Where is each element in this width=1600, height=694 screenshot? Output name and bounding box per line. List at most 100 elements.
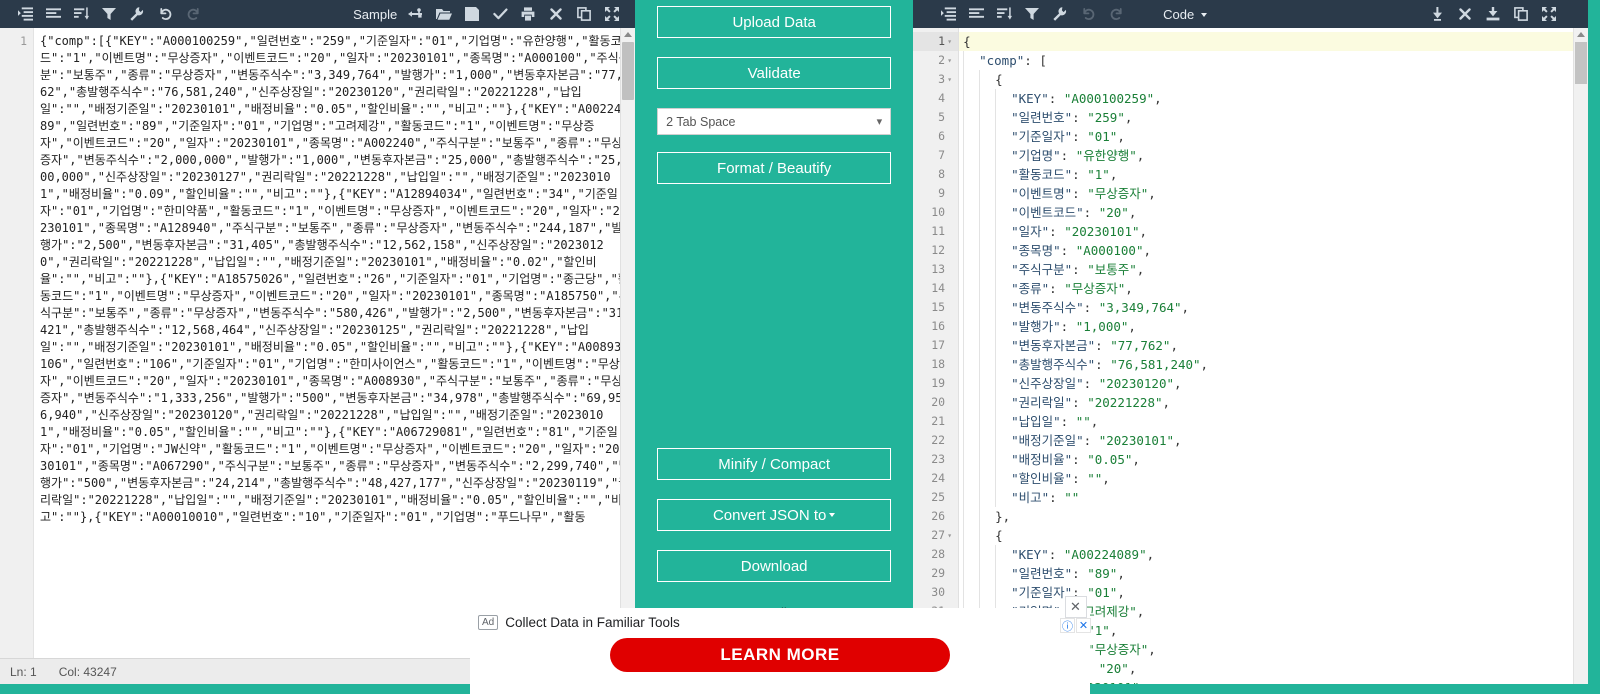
indent-icon[interactable] (12, 3, 38, 25)
copy-icon[interactable] (571, 3, 597, 25)
ad-close-label: ✕ (1070, 599, 1081, 614)
code-line[interactable]: "변동주식수": "3,349,764", (959, 298, 1588, 317)
fold-toggle-icon[interactable]: ▾ (945, 70, 954, 89)
download-button[interactable]: Download (657, 550, 892, 582)
tab-space-select[interactable]: 2 Tab Space ▾ (657, 108, 892, 135)
ad-learn-more-button[interactable]: LEARN MORE (610, 638, 950, 672)
folder-open-icon[interactable] (431, 3, 457, 25)
line-number: 5 (938, 110, 946, 124)
code-line[interactable]: "권리락일": "20221228", (959, 393, 1588, 412)
scroll-up-arrow-icon[interactable] (1577, 32, 1586, 37)
check-icon[interactable] (487, 3, 513, 25)
fold-toggle-icon[interactable]: ▾ (945, 526, 954, 545)
print-icon[interactable] (515, 3, 541, 25)
code-line[interactable]: "할인비율": "", (959, 469, 1588, 488)
convert-json-to-button[interactable]: Convert JSON to (657, 499, 892, 531)
redo-icon[interactable] (180, 3, 206, 25)
sample-dropdown[interactable]: Sample (347, 7, 403, 22)
format-beautify-button[interactable]: Format / Beautify (657, 152, 892, 184)
code-line[interactable]: }, (959, 507, 1588, 526)
code-line[interactable]: "변동후자본금": "77,762", (959, 336, 1588, 355)
right-editor-area[interactable]: 1 ▾ 2 ▾ 3 ▾ 4 5 6 7 8 9 10 11 12 13 14 15 16 17 18 19 20 21 22 23… (913, 28, 1589, 694)
code-line[interactable]: "종류": "무상증자", (959, 279, 1588, 298)
code-line[interactable]: { (959, 526, 1588, 545)
format-beautify-label: Format / Beautify (717, 159, 832, 177)
code-line[interactable]: "일련번호": "89", (959, 564, 1588, 583)
ad-headline[interactable]: Collect Data in Familiar Tools (505, 615, 680, 630)
right-green-strip (1588, 0, 1600, 694)
left-editor-panel: Sample 1 {"comp":[{"KEY":"A000100259","일… (0, 0, 636, 694)
right-toolbar: Code (913, 0, 1589, 28)
status-line: Ln: 1 (10, 664, 37, 679)
line-number: 6 (938, 129, 946, 143)
view-mode-dropdown[interactable]: Code (1157, 7, 1213, 22)
align-left-icon[interactable] (40, 3, 66, 25)
left-editor-area[interactable]: 1 {"comp":[{"KEY":"A000100259","일련번호":"2… (0, 28, 636, 658)
fold-toggle-icon[interactable]: ▾ (945, 32, 954, 51)
redo-icon[interactable] (1103, 3, 1129, 25)
code-line[interactable]: "배정기준일": "20230101", (959, 431, 1588, 450)
line-number: 8 (938, 167, 946, 181)
validate-button[interactable]: Validate (657, 57, 892, 89)
ad-close-icon[interactable]: ✕ (1064, 596, 1087, 618)
ad-info-icon[interactable]: ⓘ (1060, 618, 1075, 633)
undo-icon[interactable] (152, 3, 178, 25)
code-line[interactable]: "KEY": "A000100259", (959, 89, 1588, 108)
code-line[interactable]: "일련번호": "259", (959, 108, 1588, 127)
code-line[interactable]: "기준일자": "01", (959, 127, 1588, 146)
collapse-tree-icon[interactable] (1424, 3, 1450, 25)
code-line[interactable]: "신주상장일": "20230120", (959, 374, 1588, 393)
left-scrollbar[interactable] (620, 28, 636, 658)
code-line[interactable]: "이벤트명": "무상증자", (959, 184, 1588, 203)
download-icon[interactable] (1480, 3, 1506, 25)
filter-icon[interactable] (96, 3, 122, 25)
code-line[interactable]: "기준일자": "01", (959, 583, 1588, 602)
close-icon[interactable] (543, 3, 569, 25)
view-mode-label: Code (1163, 6, 1195, 22)
fold-toggle-icon[interactable]: ▾ (945, 51, 954, 70)
close-icon[interactable] (1452, 3, 1478, 25)
code-line[interactable]: "납입일": "", (959, 412, 1588, 431)
code-line[interactable]: "총발행주식수": "76,581,240", (959, 355, 1588, 374)
code-line[interactable]: { (959, 70, 1588, 89)
code-line[interactable]: "비고": "" (959, 488, 1588, 507)
code-line[interactable]: "KEY": "A00224089", (959, 545, 1588, 564)
code-line[interactable]: "배정비율": "0.05", (959, 450, 1588, 469)
fullscreen-icon[interactable] (599, 3, 625, 25)
ad-dismiss-icon[interactable]: ✕ (1076, 618, 1091, 633)
right-code-content[interactable]: {"comp": [{"KEY": "A000100259", "일련번호": "… (959, 28, 1589, 694)
code-line[interactable]: { (959, 32, 1589, 51)
wrench-icon[interactable] (1047, 3, 1073, 25)
indent-icon[interactable] (935, 3, 961, 25)
code-line[interactable]: "기업명": "유한양행", (959, 146, 1588, 165)
filter-icon[interactable] (1019, 3, 1045, 25)
sort-icon[interactable] (991, 3, 1017, 25)
right-scrollbar[interactable] (1573, 28, 1589, 694)
undo-icon[interactable] (1075, 3, 1101, 25)
minify-compact-button[interactable]: Minify / Compact (657, 448, 892, 480)
fullscreen-icon[interactable] (1536, 3, 1562, 25)
scrollbar-thumb[interactable] (622, 42, 635, 100)
ad-badge: Ad (478, 615, 499, 630)
line-number: 18 (931, 357, 946, 371)
sort-icon[interactable] (68, 3, 94, 25)
code-line[interactable]: "발행가": "1,000", (959, 317, 1588, 336)
left-code-content[interactable]: {"comp":[{"KEY":"A000100259","일련번호":"259… (34, 28, 635, 658)
line-number: 12 (931, 243, 946, 257)
copy-icon[interactable] (1508, 3, 1534, 25)
code-line[interactable]: "활동코드": "1", (959, 165, 1588, 184)
code-line[interactable]: "주식구분": "보통주", (959, 260, 1588, 279)
align-left-icon[interactable] (963, 3, 989, 25)
scroll-up-arrow-icon[interactable] (624, 32, 633, 37)
code-line[interactable]: "일자": "20230101", (959, 222, 1588, 241)
wrench-icon[interactable] (124, 3, 150, 25)
code-line[interactable]: "종목명": "A000100", (959, 241, 1588, 260)
save-icon[interactable] (459, 3, 485, 25)
usb-icon[interactable] (403, 3, 429, 25)
code-line[interactable]: "comp": [ (959, 51, 1588, 70)
upload-data-button[interactable]: Upload Data (657, 6, 892, 38)
code-line[interactable]: "이벤트코드": "20", (959, 203, 1588, 222)
ad-cta-label: LEARN MORE (720, 645, 840, 664)
upload-data-label: Upload Data (732, 13, 816, 31)
scrollbar-thumb[interactable] (1575, 42, 1588, 84)
